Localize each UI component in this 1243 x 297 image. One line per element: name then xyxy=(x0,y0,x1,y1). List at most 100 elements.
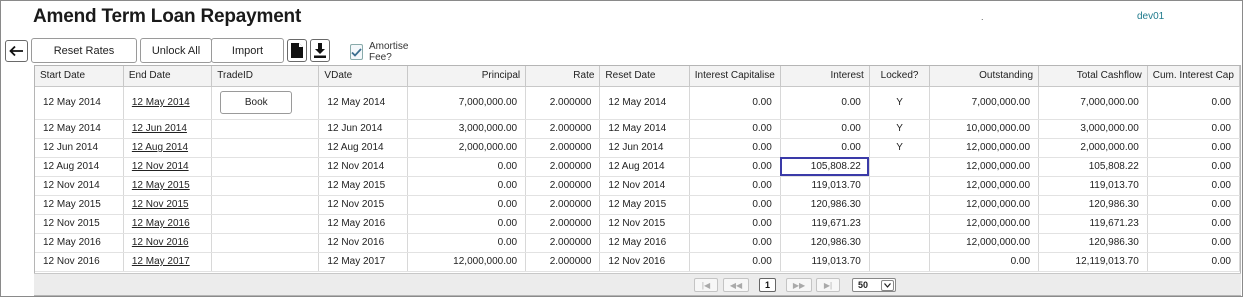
trade-id-cell: Book xyxy=(211,86,320,120)
end-date-link[interactable]: 12 May 2014 xyxy=(123,86,213,120)
vdate-cell: 12 Nov 2015 xyxy=(318,195,408,215)
vdate-cell: 12 May 2016 xyxy=(318,214,408,234)
locked-cell[interactable] xyxy=(869,195,931,215)
total-cashflow-cell: 3,000,000.00 xyxy=(1038,119,1148,139)
col-reset-date[interactable]: Reset Date xyxy=(599,66,690,87)
rate-cell[interactable]: 2.000000 xyxy=(525,138,601,158)
principal-cell[interactable]: 0.00 xyxy=(407,214,527,234)
interest-cell[interactable]: 0.00 xyxy=(780,138,870,158)
page-size-select[interactable]: 50 xyxy=(852,278,896,292)
reset-date-cell: 12 Nov 2014 xyxy=(599,176,690,196)
interest-cell[interactable]: 0.00 xyxy=(780,119,870,139)
locked-cell[interactable]: Y xyxy=(869,86,931,120)
col-rate[interactable]: Rate xyxy=(525,66,601,87)
end-date-link[interactable]: 12 Nov 2014 xyxy=(123,157,213,177)
interest-cell[interactable]: 120,986.30 xyxy=(780,233,870,253)
table-row: 12 May 2014 12 May 2014 Book 12 May 2014… xyxy=(35,86,1240,120)
end-date-link[interactable]: 12 Jun 2014 xyxy=(123,119,213,139)
import-button[interactable]: Import xyxy=(211,38,284,63)
rate-cell[interactable]: 2.000000 xyxy=(525,119,601,139)
amortise-fee-checkbox[interactable] xyxy=(350,44,363,60)
last-page-button[interactable]: ▶| xyxy=(816,278,840,292)
trade-id-cell xyxy=(211,138,320,158)
interest-capitalise-cell: 0.00 xyxy=(689,195,781,215)
locked-cell[interactable] xyxy=(869,176,931,196)
locked-cell[interactable]: Y xyxy=(869,119,931,139)
end-date-link[interactable]: 12 May 2015 xyxy=(123,176,213,196)
principal-cell[interactable]: 2,000,000.00 xyxy=(407,138,527,158)
col-principal[interactable]: Principal xyxy=(407,66,527,87)
interest-cell[interactable]: 119,671.23 xyxy=(780,214,870,234)
interest-cell[interactable]: 119,013.70 xyxy=(780,176,870,196)
cum-interest-cap-cell: 0.00 xyxy=(1147,157,1240,177)
current-page-indicator[interactable]: 1 xyxy=(759,278,776,292)
interest-cell[interactable]: 119,013.70 xyxy=(780,252,870,272)
reset-date-cell: 12 Jun 2014 xyxy=(599,138,690,158)
interest-capitalise-cell: 0.00 xyxy=(689,86,781,120)
unlock-all-button[interactable]: Unlock All xyxy=(140,38,212,63)
col-outstanding[interactable]: Outstanding xyxy=(929,66,1040,87)
principal-cell[interactable]: 12,000,000.00 xyxy=(407,252,527,272)
start-date-cell: 12 May 2016 xyxy=(35,233,124,253)
start-date-cell: 12 Nov 2016 xyxy=(35,252,124,272)
end-date-link[interactable]: 12 Nov 2016 xyxy=(123,233,213,253)
col-cum-interest-cap[interactable]: Cum. Interest Cap xyxy=(1147,66,1240,87)
principal-cell[interactable]: 7,000,000.00 xyxy=(407,86,527,120)
end-date-link[interactable]: 12 May 2016 xyxy=(123,214,213,234)
reset-rates-button[interactable]: Reset Rates xyxy=(31,38,137,63)
col-trade-id[interactable]: TradeID xyxy=(211,66,320,87)
amortise-fee-label: Amortise Fee? xyxy=(369,41,409,63)
repayment-grid: Start Date End Date TradeID VDate Princi… xyxy=(34,65,1241,296)
principal-cell[interactable]: 3,000,000.00 xyxy=(407,119,527,139)
end-date-link[interactable]: 12 Aug 2014 xyxy=(123,138,213,158)
trade-id-cell xyxy=(211,157,320,177)
principal-cell[interactable]: 0.00 xyxy=(407,157,527,177)
book-button[interactable]: Book xyxy=(220,91,293,114)
download-button[interactable] xyxy=(310,39,330,62)
col-start-date[interactable]: Start Date xyxy=(35,66,124,87)
locked-cell[interactable]: Y xyxy=(869,138,931,158)
start-date-cell: 12 Nov 2015 xyxy=(35,214,124,234)
col-end-date[interactable]: End Date xyxy=(123,66,213,87)
total-cashflow-cell: 105,808.22 xyxy=(1038,157,1148,177)
rate-cell[interactable]: 2.000000 xyxy=(525,195,601,215)
end-date-link[interactable]: 12 May 2017 xyxy=(123,252,213,272)
next-page-button[interactable]: ▶▶ xyxy=(786,278,812,292)
rate-cell[interactable]: 2.000000 xyxy=(525,157,601,177)
vdate-cell: 12 May 2014 xyxy=(318,86,408,120)
cum-interest-cap-cell: 0.00 xyxy=(1147,176,1240,196)
interest-cell-editing[interactable]: 105,808.22 xyxy=(780,157,870,177)
first-page-button[interactable]: |◀ xyxy=(694,278,718,292)
pagination-bar: |◀ ◀◀ 1 ▶▶ ▶| 50 xyxy=(34,273,1241,295)
prev-page-button[interactable]: ◀◀ xyxy=(723,278,749,292)
locked-cell[interactable] xyxy=(869,157,931,177)
reset-date-cell: 12 Nov 2015 xyxy=(599,214,690,234)
col-interest[interactable]: Interest xyxy=(780,66,870,87)
rate-cell[interactable]: 2.000000 xyxy=(525,86,601,120)
col-interest-capitalise[interactable]: Interest Capitalise xyxy=(689,66,781,87)
document-icon xyxy=(291,43,303,58)
end-date-link[interactable]: 12 Nov 2015 xyxy=(123,195,213,215)
rate-cell[interactable]: 2.000000 xyxy=(525,233,601,253)
rate-cell[interactable]: 2.000000 xyxy=(525,214,601,234)
principal-cell[interactable]: 0.00 xyxy=(407,233,527,253)
locked-cell[interactable] xyxy=(869,233,931,253)
interest-cell[interactable]: 0.00 xyxy=(780,86,870,120)
table-row: 12 Aug 2014 12 Nov 2014 12 Nov 2014 0.00… xyxy=(35,157,1240,177)
rate-cell[interactable]: 2.000000 xyxy=(525,252,601,272)
rate-cell[interactable]: 2.000000 xyxy=(525,176,601,196)
col-locked[interactable]: Locked? xyxy=(869,66,931,87)
locked-cell[interactable] xyxy=(869,252,931,272)
locked-cell[interactable] xyxy=(869,214,931,234)
total-cashflow-cell: 119,671.23 xyxy=(1038,214,1148,234)
export-document-button[interactable] xyxy=(287,39,307,62)
back-button[interactable] xyxy=(5,40,28,62)
interest-capitalise-cell: 0.00 xyxy=(689,214,781,234)
principal-cell[interactable]: 0.00 xyxy=(407,176,527,196)
interest-cell[interactable]: 120,986.30 xyxy=(780,195,870,215)
principal-cell[interactable]: 0.00 xyxy=(407,195,527,215)
col-vdate[interactable]: VDate xyxy=(318,66,408,87)
table-row: 12 Nov 2016 12 May 2017 12 May 2017 12,0… xyxy=(35,252,1240,272)
col-total-cashflow[interactable]: Total Cashflow xyxy=(1038,66,1148,87)
total-cashflow-cell: 2,000,000.00 xyxy=(1038,138,1148,158)
